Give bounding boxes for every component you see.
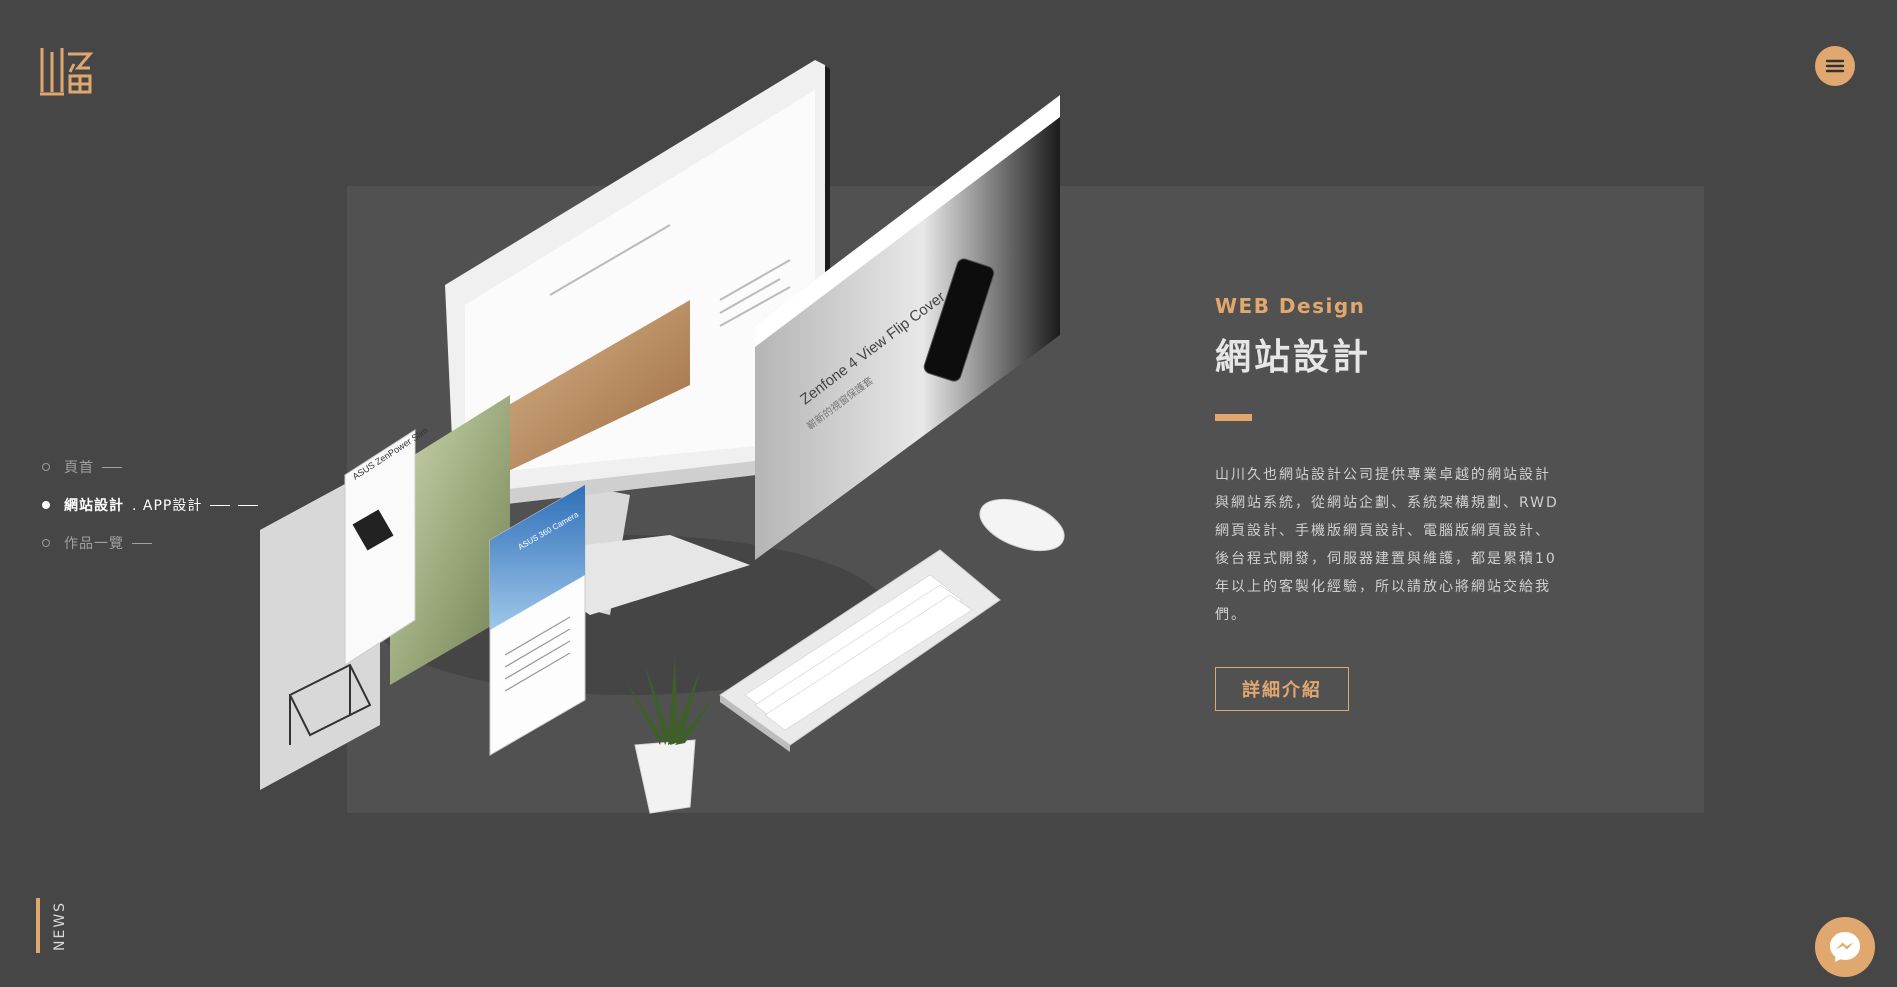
logo-icon[interactable] bbox=[38, 44, 94, 98]
hamburger-icon bbox=[1825, 59, 1845, 73]
nav-label: 網站設計 bbox=[64, 498, 124, 514]
nav-sublabel: . APP設計 bbox=[132, 498, 203, 514]
nav-dot bbox=[42, 501, 50, 509]
messenger-button[interactable] bbox=[1815, 917, 1875, 977]
nav-label: 頁首 bbox=[64, 460, 94, 476]
nav-item-home[interactable]: 頁首 bbox=[42, 448, 258, 486]
menu-button[interactable] bbox=[1815, 46, 1855, 86]
news-label: NEWS bbox=[52, 900, 68, 951]
news-accent-bar bbox=[36, 898, 40, 953]
news-tab[interactable]: NEWS bbox=[36, 898, 68, 953]
nav-dot bbox=[42, 539, 50, 547]
nav-label: 作品一覽 bbox=[64, 536, 124, 552]
service-content: WEB Design 網站設計 山川久也網站設計公司提供專業卓越的網站設計與網站… bbox=[1215, 294, 1565, 711]
side-nav: 頁首 網站設計 . APP設計 作品一覽 bbox=[42, 448, 259, 562]
mouse bbox=[979, 498, 1065, 552]
nav-dot bbox=[42, 463, 50, 471]
messenger-icon bbox=[1830, 932, 1860, 962]
nav-item-portfolio[interactable]: 作品一覽 bbox=[42, 524, 258, 562]
details-button[interactable]: 詳細介紹 bbox=[1215, 667, 1349, 711]
nav-item-web-design[interactable]: 網站設計 . APP設計 bbox=[42, 486, 259, 524]
nav-dash bbox=[210, 504, 231, 506]
section-description: 山川久也網站設計公司提供專業卓越的網站設計與網站系統，從網站企劃、系統架構規劃、… bbox=[1215, 467, 1559, 623]
accent-bar bbox=[1215, 414, 1252, 421]
nav-dash bbox=[132, 542, 152, 544]
section-title: 網站設計 bbox=[1215, 337, 1372, 378]
section-eyebrow: WEB Design bbox=[1215, 294, 1366, 318]
nav-dash bbox=[102, 466, 122, 468]
devices-illustration: Zenfone 4 View Flip Cover 嶄新的視窗保護套 ASUS … bbox=[260, 60, 1065, 814]
